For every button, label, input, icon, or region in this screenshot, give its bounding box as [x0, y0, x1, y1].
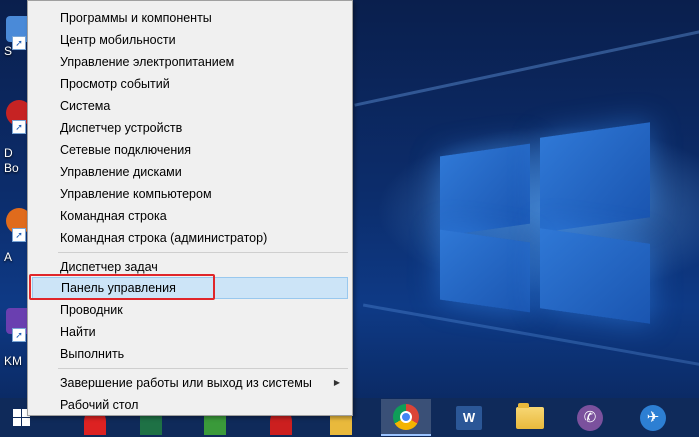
explorer-icon	[516, 402, 544, 429]
menu-separator	[58, 368, 348, 369]
bird-app-icon: ✈	[640, 404, 666, 431]
taskbar-bird-button[interactable]: ✈	[628, 399, 678, 436]
windows-logo-pane	[540, 228, 650, 324]
winx-context-menu: Программы и компоненты Центр мобильности…	[27, 0, 353, 416]
desktop-icon-label: A	[4, 250, 13, 264]
menu-item-network-connections[interactable]: Сетевые подключения	[32, 139, 348, 161]
desktop-icon-label: S	[4, 44, 13, 58]
desktop-icon-label: KM	[4, 354, 22, 368]
menu-item-power-options[interactable]: Управление электропитанием	[32, 51, 348, 73]
annotation-highlight-box	[29, 274, 215, 300]
menu-item-programs-features[interactable]: Программы и компоненты	[32, 7, 348, 29]
menu-item-device-manager[interactable]: Диспетчер устройств	[32, 117, 348, 139]
menu-item-shutdown-signout[interactable]: Завершение работы или выход из системы ▶	[32, 372, 348, 394]
submenu-arrow-icon: ▶	[333, 378, 340, 387]
taskbar-chrome-button[interactable]	[381, 399, 431, 436]
taskbar-explorer-button[interactable]	[505, 399, 555, 436]
menu-item-desktop[interactable]: Рабочий стол	[32, 394, 348, 416]
windows-logo-pane	[440, 143, 530, 237]
desktop-icon-label: D Bo	[4, 146, 19, 175]
taskbar-word-button[interactable]: W	[444, 399, 494, 436]
menu-item-search[interactable]: Найти	[32, 321, 348, 343]
menu-item-disk-management[interactable]: Управление дисками	[32, 161, 348, 183]
menu-item-system[interactable]: Система	[32, 95, 348, 117]
menu-separator	[58, 252, 348, 253]
menu-item-command-prompt[interactable]: Командная строка	[32, 205, 348, 227]
taskbar-viber-button[interactable]: ✆	[565, 399, 615, 436]
chrome-icon	[393, 403, 419, 430]
light-beam	[354, 16, 699, 107]
menu-item-event-viewer[interactable]: Просмотр событий	[32, 73, 348, 95]
viber-icon: ✆	[577, 404, 603, 431]
windows-logo-pane	[440, 229, 530, 313]
menu-item-computer-management[interactable]: Управление компьютером	[32, 183, 348, 205]
menu-item-command-prompt-admin[interactable]: Командная строка (администратор)	[32, 227, 348, 249]
menu-item-run[interactable]: Выполнить	[32, 343, 348, 365]
menu-item-mobility-center[interactable]: Центр мобильности	[32, 29, 348, 51]
windows-logo-pane	[540, 122, 650, 233]
menu-item-label: Завершение работы или выход из системы	[60, 376, 312, 390]
menu-item-file-explorer[interactable]: Проводник	[32, 299, 348, 321]
word-icon: W	[456, 405, 482, 430]
